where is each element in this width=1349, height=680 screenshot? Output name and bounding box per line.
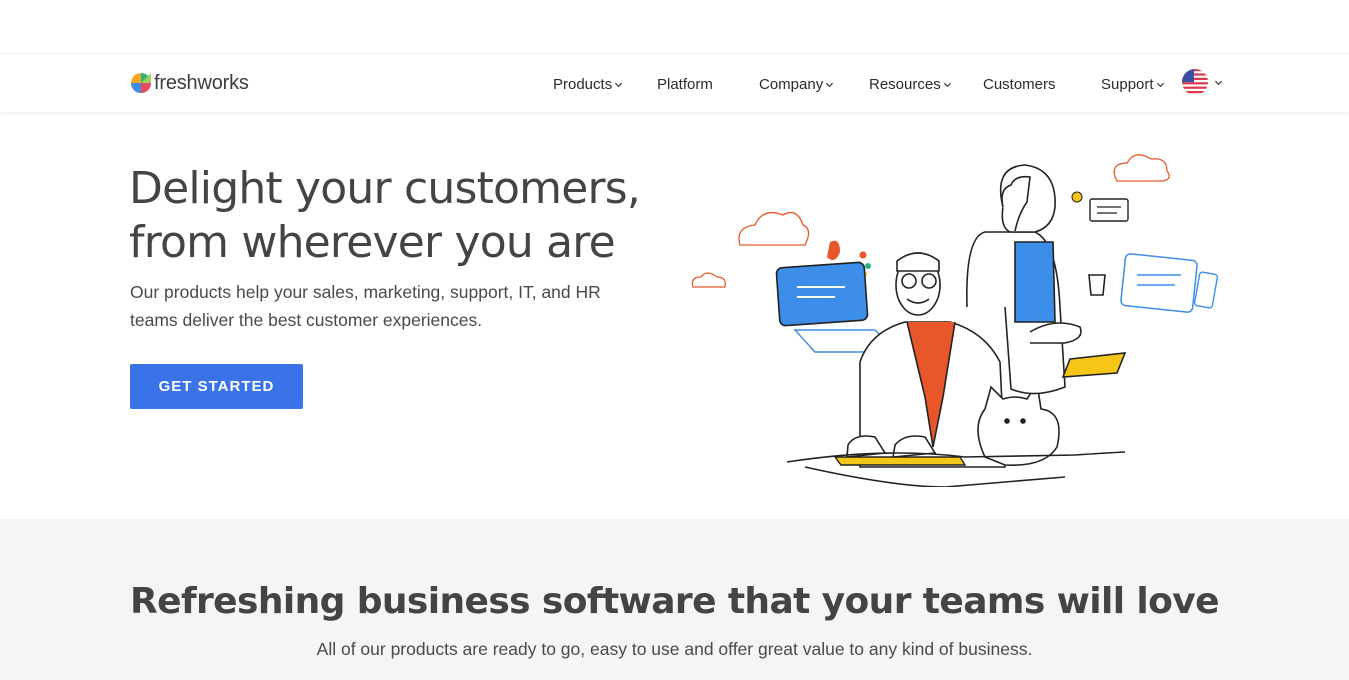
nav-customers[interactable]: Customers [983,72,1056,96]
nav-support[interactable]: Support [1101,72,1165,96]
main-navbar: freshworks Products Platform Company Res… [0,54,1349,112]
language-selector[interactable] [1182,69,1223,95]
chevron-down-icon [1156,82,1164,87]
hero-title-line1: Delight your customers, [129,163,641,214]
us-flag-icon [1182,69,1208,95]
hero-section: Delight your customers, from wherever yo… [0,112,1349,519]
nav-platform-label: Platform [657,75,713,93]
nav-products[interactable]: Products [553,72,623,96]
chevron-down-icon [615,82,623,87]
products-intro-section: Refreshing business software that your t… [0,519,1349,680]
chevron-down-icon [1214,80,1223,85]
hero-subtitle: Our products help your sales, marketing,… [130,282,601,330]
nav-resources-label: Resources [869,75,941,93]
brand-name: freshworks [154,71,249,94]
section-title: Refreshing business software that your t… [130,581,1220,622]
freshworks-logo[interactable]: freshworks [130,69,249,97]
hero-illustration [691,154,1219,487]
get-started-button[interactable]: GET STARTED [130,364,303,409]
hero-title-line2: from wherever you are [129,217,616,268]
nav-customers-label: Customers [983,75,1056,93]
nav-company[interactable]: Company [759,72,834,96]
section-subtitle: All of our products are ready to go, eas… [316,639,1033,659]
nav-platform[interactable]: Platform [657,72,713,96]
chevron-down-icon [826,82,834,87]
freshworks-logo-icon [131,73,151,93]
nav-support-label: Support [1101,75,1154,93]
nav-resources[interactable]: Resources [869,72,952,96]
chevron-down-icon [943,82,951,87]
nav-products-label: Products [553,75,613,93]
nav-company-label: Company [759,75,824,93]
top-strip [0,0,1349,54]
hero-title: Delight your customers, from wherever yo… [129,162,689,270]
